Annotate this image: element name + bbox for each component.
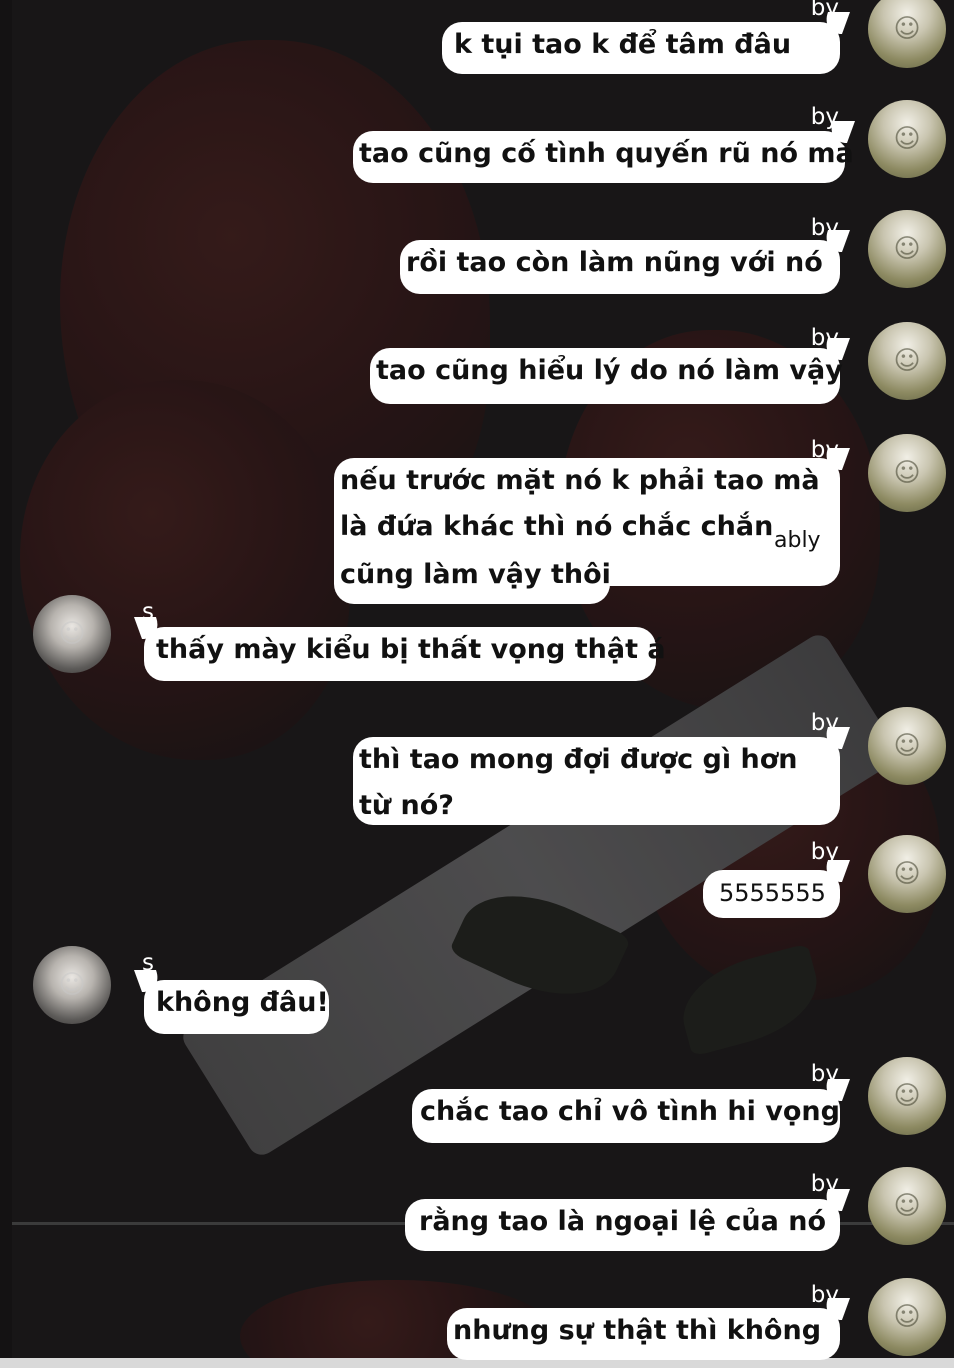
avatar[interactable]: ☺: [868, 322, 946, 400]
message-row: by rằng tao là ngoại lệ của nó ☺: [0, 1167, 954, 1257]
message-bubble[interactable]: rồi tao còn làm nũng với nó: [400, 240, 840, 294]
avatar[interactable]: ☺: [868, 100, 946, 178]
message-text: 5555555: [719, 879, 826, 907]
message-row: by 5555555 ☺: [0, 835, 954, 925]
message-text: thấy mày kiểu bị thất vọng thật á: [156, 634, 666, 665]
message-text: tao cũng cố tình quyến rũ nó mà: [359, 138, 854, 169]
message-row: ☺ s không đâu!: [0, 943, 954, 1038]
message-text: k tụi tao k để tâm đâu: [454, 29, 792, 60]
message-bubble[interactable]: nhưng sự thật thì không: [447, 1308, 840, 1360]
message-text: cũng làm vậy thôi: [340, 559, 611, 590]
message-row: by tao cũng cố tình quyến rũ nó mà ☺: [0, 100, 954, 190]
person-icon: ☺: [893, 859, 921, 889]
message-text: chắc tao chỉ vô tình hi vọng: [420, 1096, 840, 1127]
person-icon: ☺: [58, 619, 86, 649]
message-row: by k tụi tao k để tâm đâu ☺: [0, 0, 954, 80]
message-row: by chắc tao chỉ vô tình hi vọng ☺: [0, 1057, 954, 1147]
message-text: từ nó?: [359, 790, 454, 821]
avatar[interactable]: ☺: [868, 210, 946, 288]
message-bubble[interactable]: thì tao mong đợi được gì hơn từ nó?: [353, 737, 840, 825]
avatar[interactable]: ☺: [33, 595, 111, 673]
person-icon: ☺: [893, 731, 921, 761]
message-text: tao cũng hiểu lý do nó làm vậy: [376, 355, 843, 386]
person-icon: ☺: [893, 1302, 921, 1332]
person-icon: ☺: [58, 970, 86, 1000]
truncated-text: ably: [774, 528, 821, 553]
message-row: by rồi tao còn làm nũng với nó ☺: [0, 210, 954, 300]
message-text: nếu trước mặt nó k phải tao mà: [340, 465, 820, 496]
message-text: là đứa khác thì nó chắc chắn: [340, 511, 774, 542]
message-row: by thì tao mong đợi được gì hơn từ nó? ☺: [0, 705, 954, 840]
avatar[interactable]: ☺: [868, 1167, 946, 1245]
person-icon: ☺: [893, 14, 921, 44]
message-bubble[interactable]: k tụi tao k để tâm đâu: [442, 22, 840, 74]
avatar[interactable]: ☺: [868, 835, 946, 913]
message-bubble[interactable]: 5555555: [703, 870, 840, 918]
message-row: by nhưng sự thật thì không ☺: [0, 1278, 954, 1368]
person-icon: ☺: [893, 1081, 921, 1111]
avatar[interactable]: ☺: [868, 0, 946, 68]
avatar[interactable]: ☺: [868, 434, 946, 512]
avatar[interactable]: ☺: [868, 1278, 946, 1356]
message-row: by tao cũng hiểu lý do nó làm vậy ☺: [0, 320, 954, 410]
person-icon: ☺: [893, 458, 921, 488]
message-text: nhưng sự thật thì không: [453, 1315, 822, 1346]
message-row: ☺ s thấy mày kiểu bị thất vọng thật á: [0, 592, 954, 687]
avatar[interactable]: ☺: [868, 707, 946, 785]
message-text: rằng tao là ngoại lệ của nó: [419, 1206, 826, 1237]
message-bubble[interactable]: tao cũng cố tình quyến rũ nó mà: [353, 131, 854, 183]
message-row: by nếu trước mặt nó k phải tao mà là đứa…: [0, 432, 954, 607]
message-text: không đâu!: [156, 987, 329, 1018]
person-icon: ☺: [893, 234, 921, 264]
message-text: thì tao mong đợi được gì hơn: [359, 744, 798, 775]
person-icon: ☺: [893, 1191, 921, 1221]
message-bubble[interactable]: không đâu!: [144, 980, 329, 1034]
message-bubble[interactable]: rằng tao là ngoại lệ của nó: [405, 1199, 840, 1251]
message-bubble[interactable]: chắc tao chỉ vô tình hi vọng: [412, 1089, 840, 1143]
avatar[interactable]: ☺: [33, 946, 111, 1024]
person-icon: ☺: [893, 346, 921, 376]
message-text: rồi tao còn làm nũng với nó: [406, 247, 823, 278]
message-bubble[interactable]: thấy mày kiểu bị thất vọng thật á: [144, 627, 666, 681]
message-bubble[interactable]: tao cũng hiểu lý do nó làm vậy: [370, 348, 843, 404]
avatar[interactable]: ☺: [868, 1057, 946, 1135]
person-icon: ☺: [893, 124, 921, 154]
